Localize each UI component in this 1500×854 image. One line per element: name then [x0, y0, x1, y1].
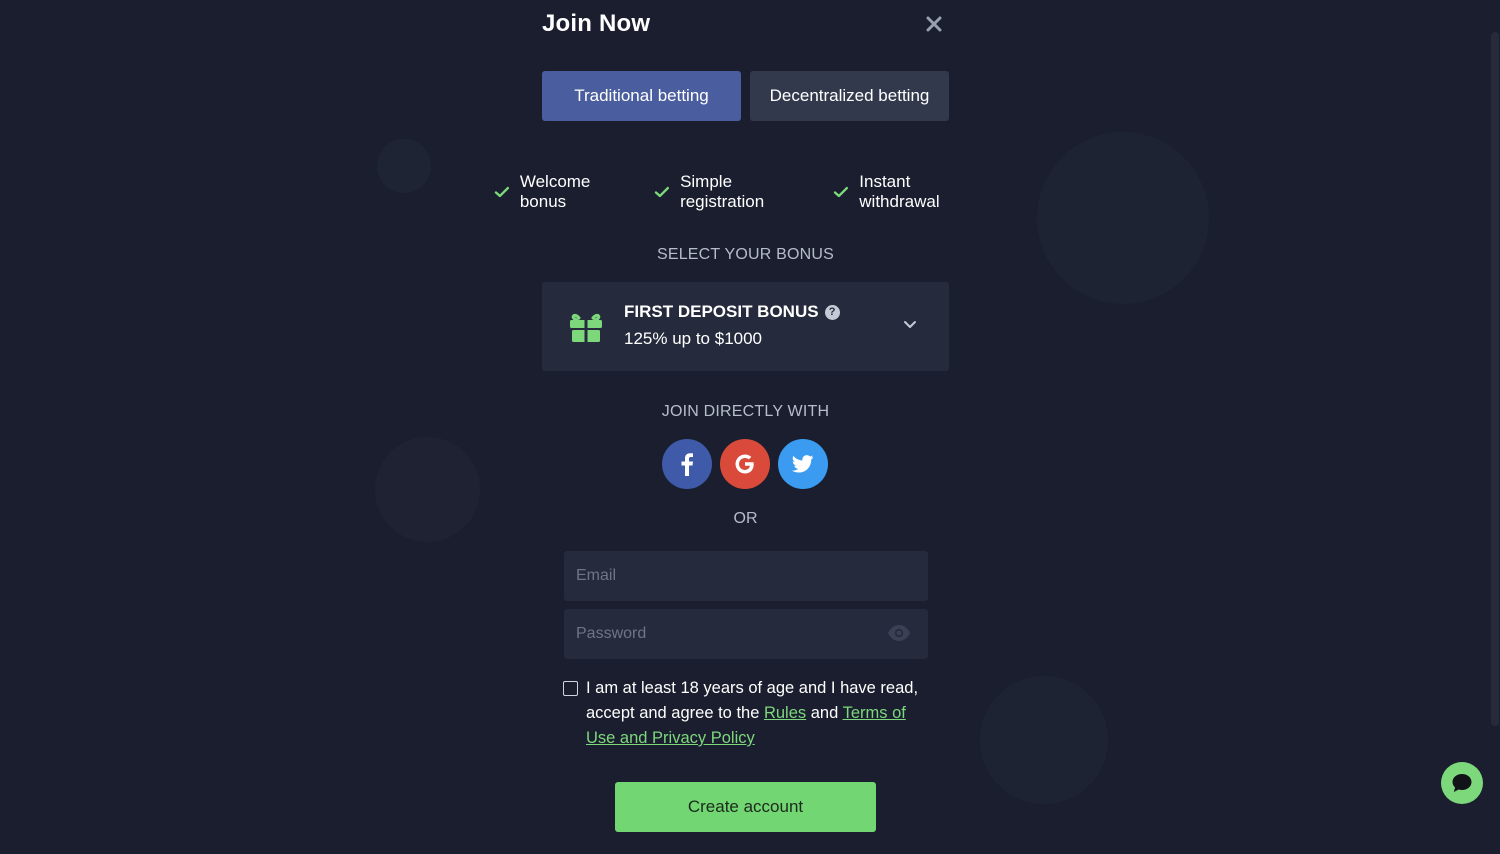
background-ball-decoration [375, 437, 480, 542]
join-modal: Join Now Traditional betting Decentraliz… [494, 0, 949, 854]
or-divider: OR [733, 510, 758, 527]
tab-traditional-betting[interactable]: Traditional betting [542, 71, 741, 121]
scrollbar-thumb[interactable] [1491, 32, 1499, 726]
bonus-title: FIRST DEPOSIT BONUS [624, 302, 819, 321]
tab-decentralized-betting[interactable]: Decentralized betting [750, 71, 949, 121]
twitter-icon [792, 455, 814, 473]
password-field[interactable] [564, 609, 928, 659]
create-account-button[interactable]: Create account [615, 782, 876, 832]
bonus-subtitle: 125% up to $1000 [624, 329, 763, 348]
email-field[interactable] [564, 551, 928, 601]
facebook-icon [681, 453, 693, 476]
feature-item: Instant withdrawal [833, 172, 994, 212]
chevron-down-icon[interactable] [903, 320, 917, 330]
terms-text-middle: and [806, 704, 843, 722]
chat-bubble-icon [1452, 774, 1472, 792]
feature-item: Simple registration [654, 172, 819, 212]
age-consent-checkbox[interactable] [563, 681, 578, 696]
page-scrollbar[interactable] [1490, 0, 1500, 854]
twitter-login-button[interactable] [778, 439, 828, 489]
checkmark-icon [494, 186, 510, 198]
eye-icon[interactable] [887, 624, 911, 642]
rules-link[interactable]: Rules [764, 704, 806, 722]
google-icon [735, 454, 754, 474]
social-login-group [662, 439, 828, 489]
feature-label: Welcome bonus [519, 172, 591, 211]
modal-title: Join Now [542, 10, 651, 37]
feature-label: Simple registration [680, 172, 765, 211]
close-icon[interactable] [922, 12, 946, 36]
terms-text: I am at least 18 years of age and I have… [586, 676, 926, 751]
feature-list: Welcome bonus Simple registration Instan… [494, 172, 994, 212]
checkmark-icon [655, 186, 670, 198]
background-ball-decoration [377, 139, 431, 193]
background-ball-decoration [980, 676, 1108, 804]
feature-label: Instant withdrawal [859, 172, 940, 211]
google-login-button[interactable] [720, 439, 770, 489]
facebook-login-button[interactable] [662, 439, 712, 489]
join-directly-heading: JOIN DIRECTLY WITH [661, 403, 830, 420]
help-icon[interactable]: ? [824, 304, 840, 320]
bonus-title-row: FIRST DEPOSIT BONUS ? [624, 302, 840, 322]
select-bonus-heading: SELECT YOUR BONUS [656, 246, 835, 263]
chat-support-button[interactable] [1441, 762, 1483, 804]
feature-item: Welcome bonus [494, 172, 640, 212]
checkmark-icon [834, 186, 849, 198]
background-ball-decoration [1037, 132, 1209, 304]
gift-icon [570, 313, 602, 342]
bonus-selector[interactable]: FIRST DEPOSIT BONUS ? 125% up to $1000 [542, 282, 949, 371]
